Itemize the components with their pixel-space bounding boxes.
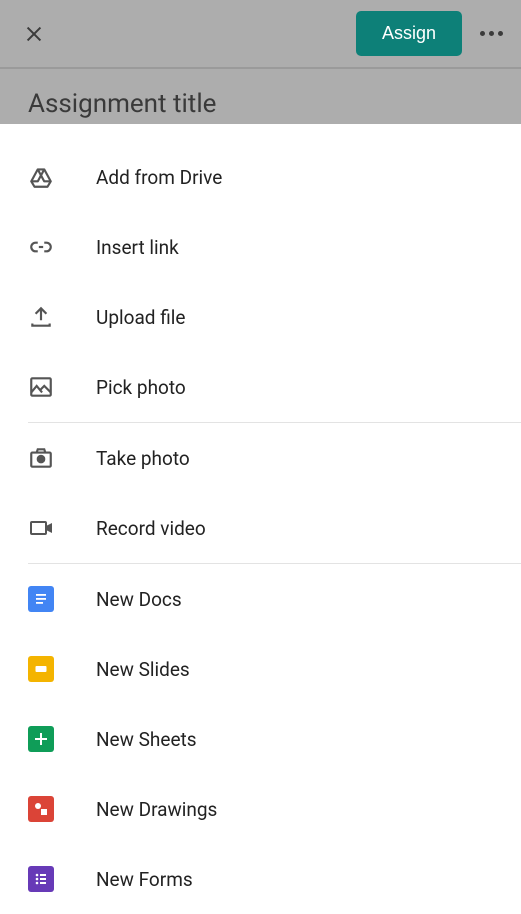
pick-photo-item[interactable]: Pick photo bbox=[0, 352, 521, 422]
link-icon bbox=[28, 234, 54, 260]
menu-item-label: Insert link bbox=[96, 236, 179, 259]
new-docs-item[interactable]: New Docs bbox=[0, 564, 521, 634]
menu-item-label: Pick photo bbox=[96, 376, 186, 399]
menu-item-label: New Sheets bbox=[96, 728, 197, 751]
dot-icon bbox=[498, 31, 503, 36]
dot-icon bbox=[489, 31, 494, 36]
add-from-drive-item[interactable]: Add from Drive bbox=[0, 142, 521, 212]
menu-item-label: Take photo bbox=[96, 447, 190, 470]
attachment-bottom-sheet: Add from Drive Insert link Upload fi bbox=[0, 124, 521, 914]
new-slides-item[interactable]: New Slides bbox=[0, 634, 521, 704]
docs-icon bbox=[28, 586, 54, 612]
drawings-icon bbox=[28, 796, 54, 822]
upload-file-item[interactable]: Upload file bbox=[0, 282, 521, 352]
assign-button[interactable]: Assign bbox=[356, 11, 462, 56]
menu-item-label: New Docs bbox=[96, 588, 182, 611]
menu-item-label: New Drawings bbox=[96, 798, 217, 821]
sheets-icon bbox=[28, 726, 54, 752]
forms-icon bbox=[28, 866, 54, 892]
menu-item-label: New Forms bbox=[96, 868, 193, 891]
new-forms-item[interactable]: New Forms bbox=[0, 844, 521, 914]
menu-item-label: Upload file bbox=[96, 306, 185, 329]
overflow-menu-button[interactable] bbox=[480, 31, 503, 36]
new-drawings-item[interactable]: New Drawings bbox=[0, 774, 521, 844]
drive-icon bbox=[28, 164, 54, 190]
new-sheets-item[interactable]: New Sheets bbox=[0, 704, 521, 774]
dot-icon bbox=[480, 31, 485, 36]
slides-icon bbox=[28, 656, 54, 682]
dimmed-background-header: Assign Assignment title bbox=[0, 0, 521, 129]
take-photo-item[interactable]: Take photo bbox=[0, 423, 521, 493]
insert-link-item[interactable]: Insert link bbox=[0, 212, 521, 282]
record-video-item[interactable]: Record video bbox=[0, 493, 521, 563]
upload-icon bbox=[28, 304, 54, 330]
assignment-title-field[interactable]: Assignment title bbox=[0, 69, 521, 129]
close-button[interactable] bbox=[22, 22, 46, 46]
menu-item-label: Add from Drive bbox=[96, 166, 222, 189]
menu-item-label: Record video bbox=[96, 517, 206, 540]
photo-icon bbox=[28, 374, 54, 400]
menu-item-label: New Slides bbox=[96, 658, 190, 681]
camera-icon bbox=[28, 445, 54, 471]
video-icon bbox=[28, 515, 56, 541]
close-icon bbox=[23, 23, 45, 45]
